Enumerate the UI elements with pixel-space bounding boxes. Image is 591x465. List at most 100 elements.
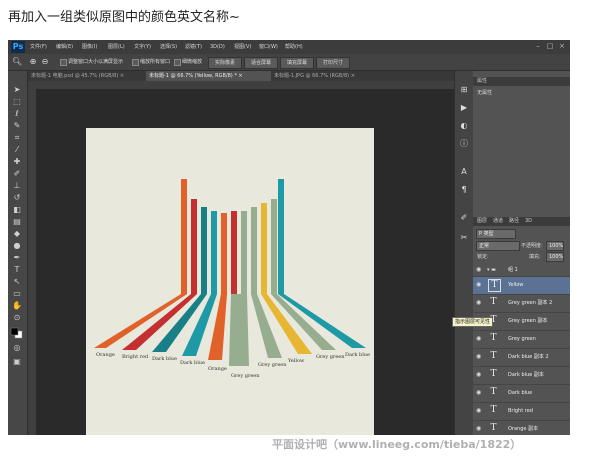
menu-3d[interactable]: 3D(D) [210,42,225,52]
menu-type[interactable]: 文字(Y) [134,42,151,52]
history-brush-icon[interactable]: ↺ [10,193,24,203]
blend-mode-select[interactable]: 正常 [476,241,520,251]
visibility-eye-icon[interactable]: ◉ [476,267,481,273]
visibility-eye-icon[interactable]: ◉ [476,426,481,432]
actual-pixels-button[interactable]: 实际像素 [208,57,242,69]
label-bright-red: Bright red [122,354,149,360]
label-yellow: Yellow [287,358,305,364]
marquee-tool-icon[interactable]: ⬚ [10,97,24,107]
visibility-eye-icon[interactable]: ◉ [476,354,481,360]
layer-row[interactable]: ◉ T Dark blue 副本 2 [473,349,570,367]
visibility-eye-icon[interactable]: ◉ [476,282,481,288]
quick-mask-icon[interactable]: ◎ [10,343,24,353]
visibility-eye-icon[interactable]: ◉ [476,408,481,414]
layer-name: Dark blue 副本 2 [508,354,549,360]
eraser-tool-icon[interactable]: ◧ [10,205,24,215]
label-grey-green-1: Grey green [231,373,260,379]
menu-edit[interactable]: 编辑(E) [56,42,73,52]
info-panel-icon[interactable]: ⓘ [459,139,469,149]
menu-image[interactable]: 图像(I) [82,42,97,52]
layer-row[interactable]: ◉ T Dark blue 副本 [473,367,570,385]
layer-name: Grey green [508,336,536,342]
layer-row[interactable]: ◉ T Grey green 副本 2 [473,295,570,313]
zoom-in-icon[interactable]: ⊕ [28,57,38,67]
tab-channels[interactable]: 通道 [493,217,503,226]
doc-tab-1[interactable]: 未标题-1 电脑.psd @ 45.7% (RGB/8) × [28,71,146,81]
path-select-tool-icon[interactable]: ↖ [10,277,24,287]
lasso-tool-icon[interactable]: ℓ [10,109,24,119]
crop-tool-icon[interactable]: ⌗ [10,133,24,143]
menu-view[interactable]: 视图(V) [234,42,251,52]
stamp-tool-icon[interactable]: ⊥ [10,181,24,191]
history-panel-icon[interactable]: ⊞ [459,85,469,95]
adjustments-panel-icon[interactable]: ◐ [459,121,469,131]
layer-row[interactable]: ◉ T Yellow [473,277,570,295]
brush-tool-icon[interactable]: ✐ [10,169,24,179]
hand-tool-icon[interactable]: ✋ [10,301,24,311]
eyedropper-tool-icon[interactable]: ⁄ [10,145,24,155]
menu-select[interactable]: 选择(S) [160,42,177,52]
tab-3d[interactable]: 3D [525,217,532,226]
document-canvas[interactable]: Orange Bright red Dark blue Dark blue Or… [86,128,374,435]
properties-panel-header: 属性 [473,77,570,86]
group-name: 组 1 [508,267,518,273]
layer-row[interactable]: ◉ T Orange 副本 [473,421,570,435]
move-tool-icon[interactable]: ➤ [10,85,24,95]
layer-group-row[interactable]: ◉ ▾ ▬ 组 1 [473,265,570,277]
screen-mode-icon[interactable]: ▣ [10,357,24,367]
fill-input[interactable]: 100% [546,252,564,262]
layer-row[interactable]: ◉ T Bright red [473,403,570,421]
dodge-tool-icon[interactable]: ● [10,241,24,251]
fit-screen-button[interactable]: 适合屏幕 [244,57,278,69]
opacity-input[interactable]: 100% [546,241,564,251]
layer-kind-filter[interactable]: P 类型 [476,229,516,239]
zoom-tool-icon[interactable]: 🔍︎ [12,57,22,67]
doc-tab-3[interactable]: 未标题-1.JPG @ 66.7% (RGB/8) × [271,71,392,81]
color-swatches-icon[interactable] [10,327,24,339]
gradient-tool-icon[interactable]: ▤ [10,217,24,227]
menu-layer[interactable]: 图层(L) [108,42,125,52]
layer-row[interactable]: ◉ T Grey green [473,331,570,349]
character-panel-icon[interactable]: A [459,167,469,177]
doc-tab-active[interactable]: 未标题-1 @ 66.7% (Yellow, RGB/8) * × [146,71,271,81]
menu-filter[interactable]: 滤镜(T) [185,42,202,52]
maximize-icon[interactable]: □ [546,42,554,50]
minimize-icon[interactable]: – [534,42,542,50]
print-size-button[interactable]: 打印尺寸 [316,57,350,69]
layer-name: Dark blue [508,390,533,396]
visibility-eye-icon[interactable]: ◉ [476,390,481,396]
menu-help[interactable]: 帮助(H) [285,42,303,52]
shape-tool-icon[interactable]: ▭ [10,289,24,299]
paragraph-panel-icon[interactable]: ¶ [459,185,469,195]
resize-windows-checkbox[interactable] [60,59,67,66]
pen-tool-icon[interactable]: ✒ [10,253,24,263]
watermark: 平面设计吧（www.lineeg.com/tieba/1822） [272,438,522,451]
blur-tool-icon[interactable]: ◆ [10,229,24,239]
fill-screen-button[interactable]: 填充屏幕 [280,57,314,69]
brush-panel-icon[interactable]: ✐ [459,213,469,223]
quick-select-tool-icon[interactable]: ✎ [10,121,24,131]
visibility-eye-icon[interactable]: ◉ [476,336,481,342]
zoom-all-checkbox[interactable] [132,59,139,66]
scrubby-zoom-checkbox[interactable] [174,59,181,66]
tab-layers[interactable]: 图层 [477,217,487,226]
menu-file[interactable]: 文件(F) [30,42,47,52]
type-tool-icon[interactable]: T [10,265,24,275]
options-bar: 🔍︎ ⊕ ⊖ 调整窗口大小以满屏显示 缩放所有窗口 细微缩放 实际像素 适合屏幕… [8,54,570,71]
properties-panel-title: 属性 [477,78,488,84]
zoom-out-icon[interactable]: ⊖ [40,57,50,67]
layer-name: Dark blue 副本 [508,372,544,378]
artwork: Orange Bright red Dark blue Dark blue Or… [94,179,370,379]
tab-paths[interactable]: 路径 [509,217,519,226]
layer-row[interactable]: ◉ T Dark blue [473,385,570,403]
visibility-eye-icon[interactable]: ◉ [476,372,481,378]
tool-presets-icon[interactable]: ✂ [459,233,469,243]
label-dark-blue-3: Dark blue [345,352,370,358]
visibility-eye-icon[interactable]: ◉ [476,300,481,306]
menu-window[interactable]: 窗口(W) [259,42,278,52]
close-icon[interactable]: × [558,42,566,50]
healing-tool-icon[interactable]: ✚ [10,157,24,167]
canvas-area[interactable]: Orange Bright red Dark blue Dark blue Or… [36,89,454,435]
zoom-tool-icon-left[interactable]: ⊙ [10,313,24,323]
actions-panel-icon[interactable]: ▶ [459,103,469,113]
